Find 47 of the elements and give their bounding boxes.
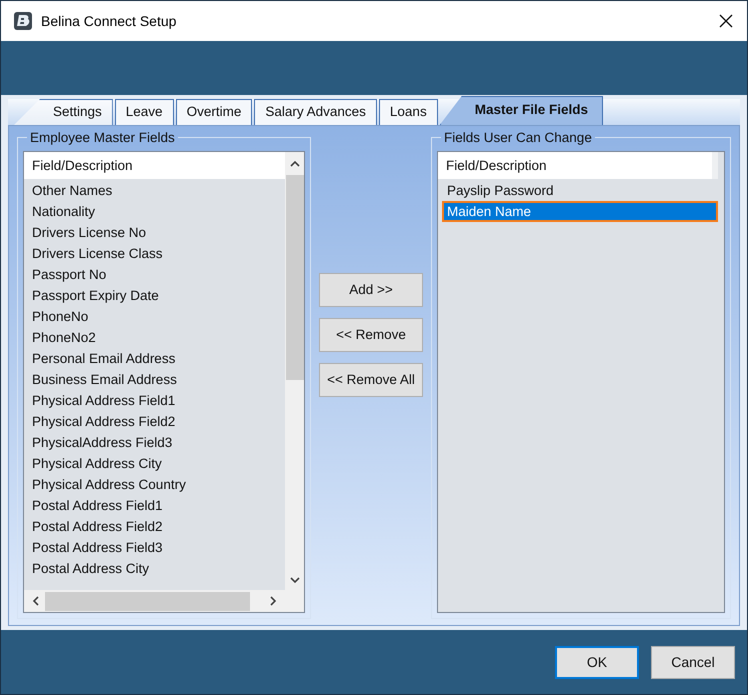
list-item[interactable]: Physical Address City	[24, 453, 285, 474]
list-item[interactable]: Physical Address Field1	[24, 390, 285, 411]
list-item[interactable]: Payslip Password	[442, 180, 718, 201]
tab[interactable]: Settings	[14, 99, 113, 125]
vertical-scrollbar[interactable]	[285, 152, 304, 590]
chevron-left-icon[interactable]	[32, 596, 39, 606]
tab[interactable]: Salary Advances	[254, 99, 377, 125]
list-item[interactable]: Nationality	[24, 201, 285, 222]
window-title: Belina Connect Setup	[41, 13, 178, 29]
tab[interactable]: Leave	[114, 99, 174, 125]
list-item[interactable]: Postal Address City	[24, 558, 285, 579]
list-item[interactable]: Physical Address Field2	[24, 411, 285, 432]
group-title: Employee Master Fields	[29, 130, 176, 145]
list-item[interactable]: Drivers License No	[24, 222, 285, 243]
tab[interactable]: Overtime	[176, 99, 252, 125]
transfer-button[interactable]: Add >>	[319, 272, 423, 306]
list-item[interactable]: PhysicalAddress Field3	[24, 432, 285, 453]
tab[interactable]: Loans	[378, 99, 438, 125]
transfer-button[interactable]: << Remove All	[319, 362, 423, 396]
list-box[interactable]: Field/Description Payslip Password Maiden Name	[437, 151, 725, 613]
column-header[interactable]: Field/Description	[24, 152, 285, 179]
group-title: Fields User Can Change	[443, 130, 593, 145]
list-item[interactable]: Drivers License Class	[24, 243, 285, 264]
chevron-down-icon[interactable]	[290, 577, 300, 584]
app-logo-icon	[13, 11, 33, 31]
list-item[interactable]: Business Email Address	[24, 369, 285, 390]
ok-button[interactable]: OK	[555, 646, 639, 678]
horizontal-scrollbar[interactable]	[24, 590, 285, 612]
cancel-button[interactable]: Cancel	[651, 646, 735, 678]
chevron-right-icon[interactable]	[270, 596, 277, 606]
list-item[interactable]: Maiden Name	[442, 201, 718, 222]
list-item[interactable]: Postal Address Field1	[24, 495, 285, 516]
list-item[interactable]: Postal Address Field3	[24, 537, 285, 558]
chevron-up-icon[interactable]	[290, 160, 300, 167]
list-item[interactable]: Postal Address Field2	[24, 516, 285, 537]
column-header[interactable]: Field/Description	[438, 152, 718, 179]
list-item[interactable]: PhoneNo	[24, 306, 285, 327]
close-icon[interactable]	[719, 14, 733, 28]
list-item[interactable]: Passport Expiry Date	[24, 285, 285, 306]
list-item[interactable]: PhoneNo2	[24, 327, 285, 348]
list-box[interactable]	[23, 151, 305, 613]
list-item[interactable]: Personal Email Address	[24, 348, 285, 369]
list-item[interactable]: Passport No	[24, 264, 285, 285]
list-item[interactable]: Other Names	[24, 180, 285, 201]
tab[interactable]: Master File Fields	[440, 96, 603, 125]
transfer-button[interactable]: << Remove	[319, 318, 423, 352]
list-item[interactable]: Physical Address Country	[24, 474, 285, 495]
